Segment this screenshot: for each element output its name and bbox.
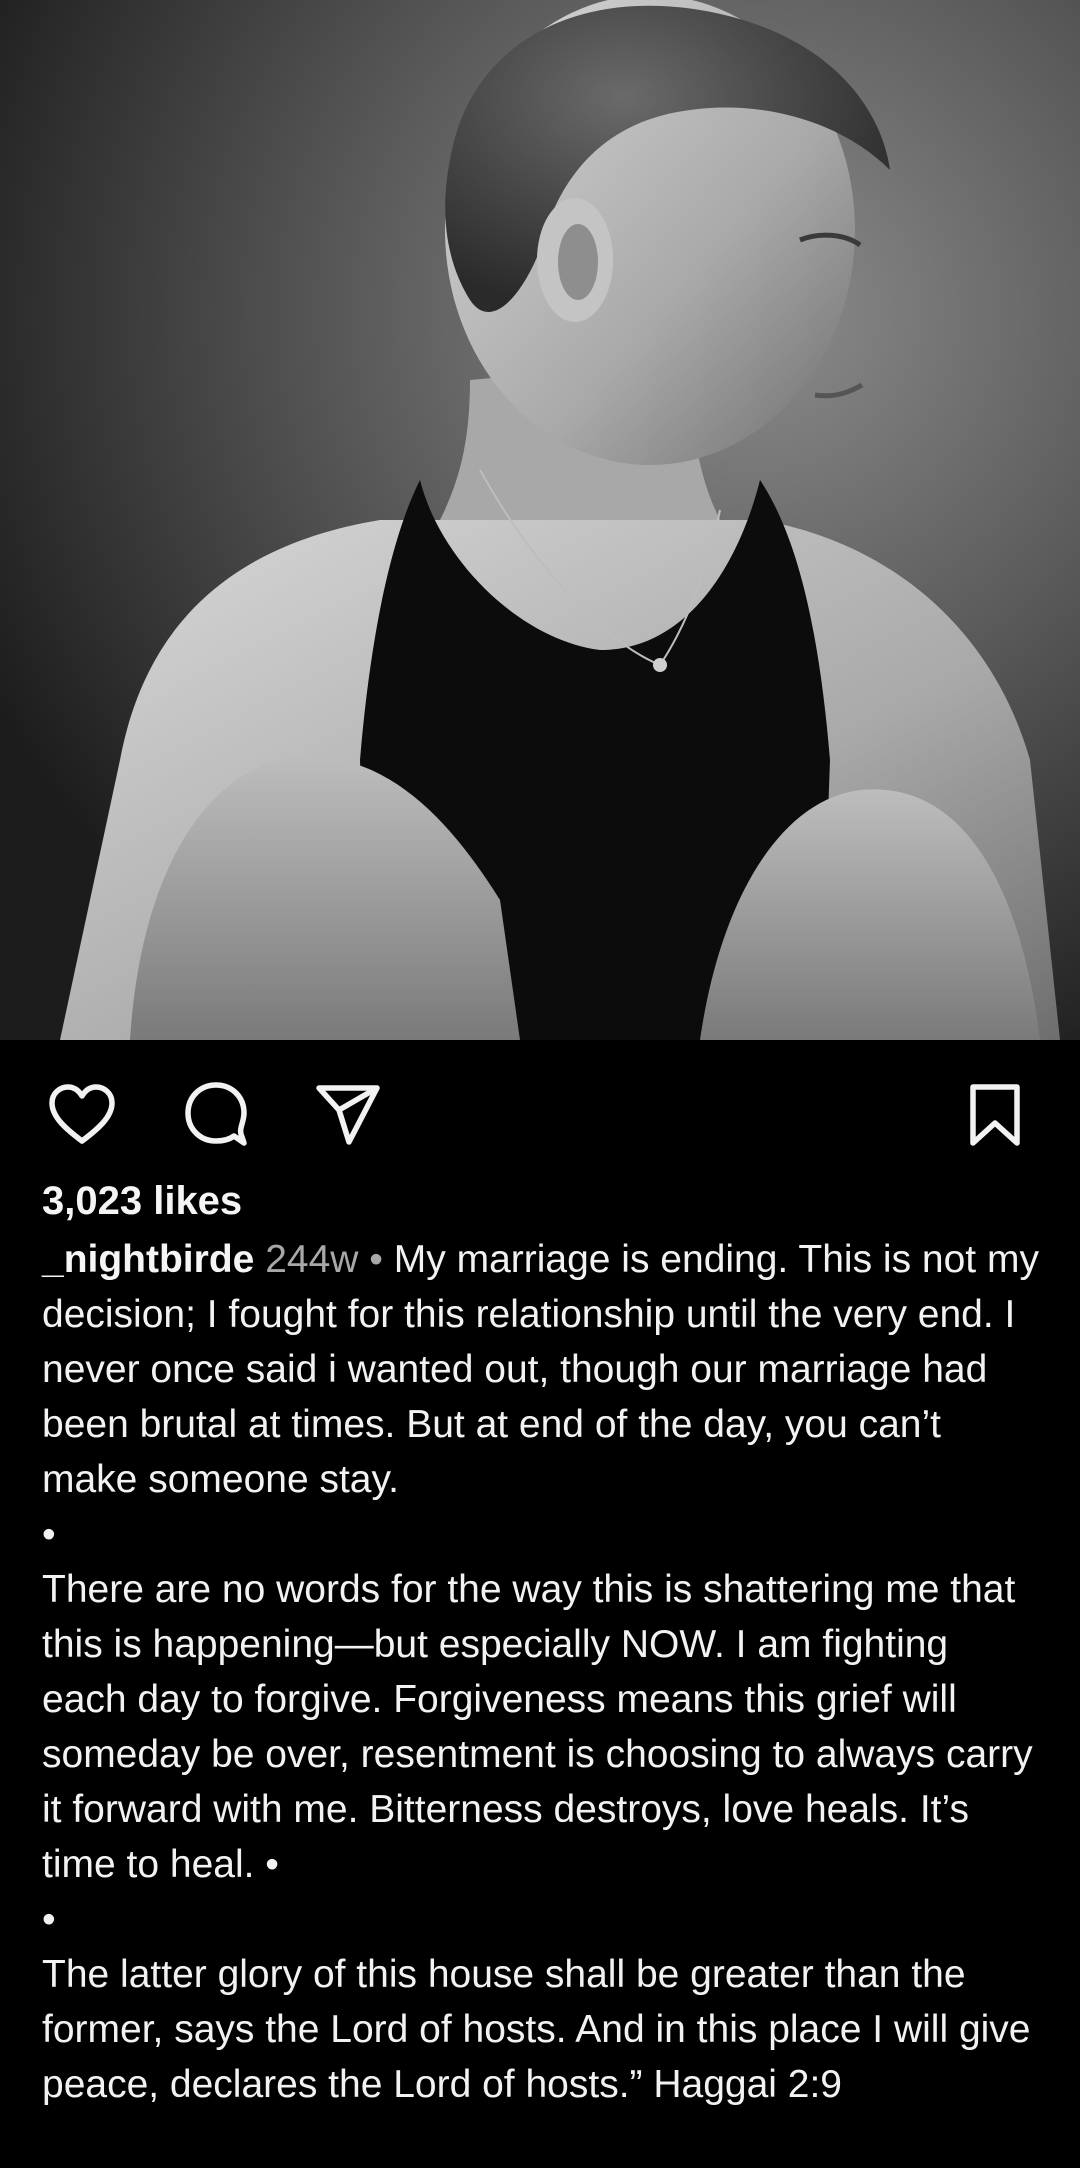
comment-bubble-icon <box>185 1082 247 1146</box>
post-photo[interactable] <box>0 0 1080 1040</box>
bookmark-outline-icon <box>970 1084 1020 1146</box>
caption-bullet: • <box>42 1898 56 1941</box>
post-caption: _nightbirde 244w • My marriage is ending… <box>42 1232 1042 2112</box>
caption-bullet: • <box>42 1513 56 1556</box>
separator-dot: • <box>369 1238 383 1281</box>
post-actions-bar <box>0 1040 1080 1180</box>
caption-paragraph: There are no words for the way this is s… <box>42 1568 1033 1886</box>
username-link[interactable]: _nightbirde <box>42 1238 254 1281</box>
save-button[interactable] <box>955 1075 1035 1155</box>
comment-button[interactable] <box>176 1075 256 1155</box>
heart-outline-icon <box>49 1084 115 1144</box>
share-button[interactable] <box>308 1075 388 1155</box>
like-button[interactable] <box>42 1075 122 1155</box>
caption-paragraph: The latter glory of this house shall be … <box>42 1953 1031 2106</box>
post-time: 244w <box>265 1238 359 1281</box>
likes-count[interactable]: 3,023 likes <box>42 1173 242 1229</box>
portrait-illustration <box>0 0 1080 1040</box>
paper-plane-icon <box>316 1085 380 1145</box>
caption-paragraph: _nightbirde 244w • My marriage is ending… <box>42 1232 1042 1507</box>
